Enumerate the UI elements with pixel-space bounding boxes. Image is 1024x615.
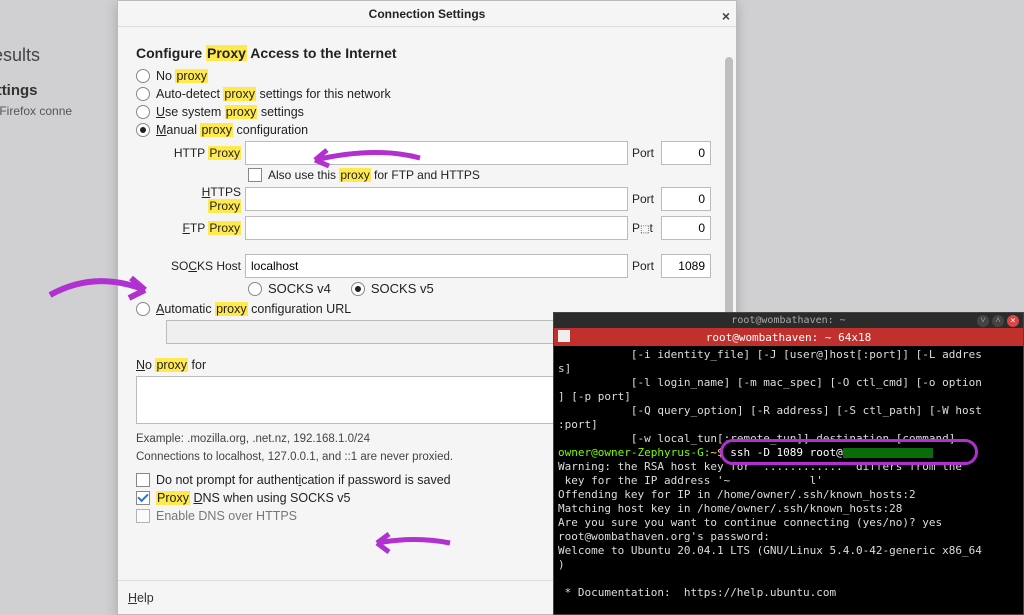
terminal-tab-title: root@wombathaven: ~ 64x18 (706, 331, 872, 344)
redacted-host (843, 448, 933, 458)
ftp-port-label: P⬚t (632, 221, 657, 235)
terminal-tab[interactable]: root@wombathaven: ~ 64x18 (554, 328, 1023, 346)
https-port-input[interactable] (661, 187, 711, 211)
socks-port-label: Port (632, 259, 657, 273)
dialog-title: Connection Settings × (118, 1, 736, 27)
terminal-titlebar[interactable]: root@wombathaven: ~ ˅ ˄ × (554, 313, 1023, 328)
https-proxy-input[interactable] (245, 187, 628, 211)
socks-host-label: SOCKS Host (166, 259, 241, 273)
http-port-label: Port (632, 146, 657, 160)
https-proxy-label: HTTPS Proxy (166, 185, 241, 213)
network-settings-heading: rk Settings (0, 82, 38, 99)
also-use-checkbox[interactable]: Also use this proxy for FTP and HTTPS (248, 168, 711, 182)
ftp-proxy-label: FTP Proxy (166, 221, 241, 235)
http-proxy-label: HTTP Proxy (166, 146, 241, 160)
radio-no-proxy[interactable]: No proxy (136, 69, 711, 83)
dialog-title-text: Connection Settings (369, 7, 486, 21)
configure-heading: Configure Proxy Access to the Internet (136, 45, 711, 61)
terminal-tab-icon (558, 330, 570, 342)
ftp-proxy-input[interactable] (245, 216, 628, 240)
terminal-top-title: root@wombathaven: ~ (731, 315, 845, 326)
close-icon[interactable]: × (1007, 315, 1019, 327)
radio-manual-proxy[interactable]: Manual proxy configuration (136, 123, 711, 137)
radio-socks5[interactable] (351, 282, 365, 296)
https-port-label: Port (632, 192, 657, 206)
ftp-port-input[interactable] (661, 216, 711, 240)
page-results-heading: h Results (0, 45, 40, 66)
socks4-label: SOCKS v4 (268, 281, 331, 296)
socks5-label: SOCKS v5 (371, 281, 434, 296)
http-port-input[interactable] (661, 141, 711, 165)
socks-host-input[interactable] (245, 254, 628, 278)
close-icon[interactable]: × (722, 3, 730, 29)
maximize-icon[interactable]: ˄ (992, 315, 1004, 327)
radio-system-proxy[interactable]: Use system proxy settings (136, 105, 711, 119)
network-settings-sub: re how Firefox conne (0, 104, 72, 118)
http-proxy-input[interactable] (245, 141, 628, 165)
radio-auto-detect[interactable]: Auto-detect proxy settings for this netw… (136, 87, 711, 101)
help-button[interactable]: Help (128, 591, 154, 605)
terminal-window: root@wombathaven: ~ ˅ ˄ × root@wombathav… (553, 312, 1024, 615)
terminal-body[interactable]: [-i identity_file] [-J [user@]host[:port… (554, 346, 1023, 602)
socks-port-input[interactable] (661, 254, 711, 278)
auto-url-input (166, 320, 606, 344)
radio-socks4[interactable] (248, 282, 262, 296)
minimize-icon[interactable]: ˅ (977, 315, 989, 327)
